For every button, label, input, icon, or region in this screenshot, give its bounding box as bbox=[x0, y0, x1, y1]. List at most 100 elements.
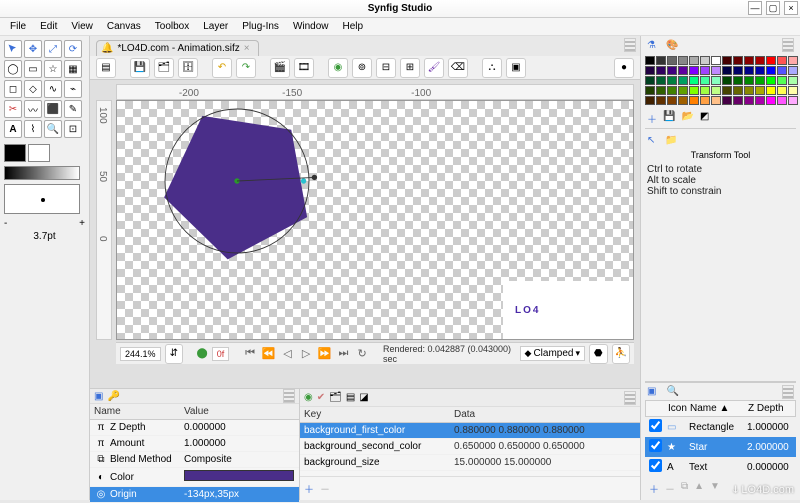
palette-swatch[interactable] bbox=[678, 56, 688, 65]
palette-swatch[interactable] bbox=[656, 86, 666, 95]
layer-row[interactable]: ★Star2.000000 bbox=[645, 437, 796, 457]
brush-tool[interactable]: 〰 bbox=[24, 100, 42, 118]
palette-swatch[interactable] bbox=[744, 96, 754, 105]
palette-swatch[interactable] bbox=[711, 56, 721, 65]
palette-swatch[interactable] bbox=[667, 76, 677, 85]
palette-swatch[interactable] bbox=[711, 96, 721, 105]
palette-swatch[interactable] bbox=[766, 96, 776, 105]
save-icon[interactable]: 💾 bbox=[130, 58, 150, 78]
palette-swatch[interactable] bbox=[733, 86, 743, 95]
layer-row[interactable]: AText0.000000 bbox=[645, 457, 796, 477]
palette-swatch[interactable] bbox=[788, 86, 798, 95]
polygon-tool[interactable]: ◻ bbox=[4, 80, 22, 98]
param-row[interactable]: ◎Origin-134px,35px bbox=[90, 487, 299, 503]
outline-color[interactable] bbox=[4, 144, 26, 162]
layer-visible-checkbox[interactable] bbox=[649, 419, 662, 432]
param-row[interactable]: ⧉Blend MethodComposite bbox=[90, 452, 299, 468]
polyline-tool[interactable]: ◇ bbox=[24, 80, 42, 98]
undo-icon[interactable]: ↶ bbox=[212, 58, 232, 78]
time-tool[interactable]: ⊡ bbox=[64, 120, 82, 138]
interpolation-select[interactable]: ◆ Clamped ▾ bbox=[520, 346, 585, 361]
saveall-icon[interactable]: 🗄 bbox=[178, 58, 198, 78]
palette-swatch[interactable] bbox=[711, 76, 721, 85]
layer-row[interactable]: ▭Rectangle1.000000 bbox=[645, 417, 796, 437]
palette-swatch[interactable] bbox=[766, 76, 776, 85]
snap-icon[interactable]: ⊚ bbox=[352, 58, 372, 78]
minimize-button[interactable]: — bbox=[748, 1, 762, 15]
palette-swatch[interactable] bbox=[766, 86, 776, 95]
metadata-row[interactable]: background_second_color0.650000 0.650000… bbox=[300, 439, 640, 455]
eyedropper-tool[interactable]: ✎ bbox=[64, 100, 82, 118]
menu-window[interactable]: Window bbox=[287, 19, 335, 34]
star-shape[interactable] bbox=[147, 100, 327, 271]
add-palette-button[interactable]: ＋ bbox=[647, 111, 657, 126]
palette-swatch[interactable] bbox=[656, 76, 666, 85]
canvas-menu-icon[interactable]: ▤ bbox=[96, 58, 116, 78]
render-icon[interactable]: 🎬 bbox=[270, 58, 290, 78]
palette-swatch[interactable] bbox=[711, 66, 721, 75]
palette-swatch[interactable] bbox=[788, 56, 798, 65]
preview-icon[interactable]: 🎞 bbox=[294, 58, 314, 78]
default-palette-icon[interactable]: ◩ bbox=[700, 111, 709, 126]
palette-swatch[interactable] bbox=[645, 86, 655, 95]
palette-swatch[interactable] bbox=[645, 76, 655, 85]
palette-swatch[interactable] bbox=[777, 96, 787, 105]
fill-tool[interactable]: ⬛ bbox=[44, 100, 62, 118]
palette-swatch[interactable] bbox=[733, 56, 743, 65]
close-button[interactable]: × bbox=[784, 1, 798, 15]
play-icon[interactable]: ▷ bbox=[299, 346, 314, 362]
palette-swatch[interactable] bbox=[777, 56, 787, 65]
palette-swatch[interactable] bbox=[788, 76, 798, 85]
lower-layer-button[interactable]: ▼ bbox=[710, 481, 720, 496]
animate-mode-icon[interactable]: ⛹ bbox=[612, 344, 631, 364]
gradient-swatch[interactable] bbox=[4, 166, 80, 180]
maximize-button[interactable]: ▢ bbox=[766, 1, 780, 15]
layer-visible-checkbox[interactable] bbox=[649, 459, 662, 472]
rotate-tool[interactable]: ⟳ bbox=[64, 40, 82, 58]
palette-swatch[interactable] bbox=[700, 56, 710, 65]
add-layer-button[interactable]: ＋ bbox=[649, 481, 659, 496]
seek-start-icon[interactable]: ⏮ bbox=[243, 346, 258, 362]
menu-plugins[interactable]: Plug-Ins bbox=[236, 19, 285, 34]
palette-swatch[interactable] bbox=[755, 56, 765, 65]
palette-swatch[interactable] bbox=[755, 66, 765, 75]
palette-swatch[interactable] bbox=[645, 66, 655, 75]
seek-end-icon[interactable]: ⏭ bbox=[336, 346, 351, 362]
fill-color[interactable] bbox=[28, 144, 50, 162]
zoom-step-icon[interactable]: ⇵ bbox=[165, 344, 184, 364]
param-row[interactable]: ◐Color bbox=[90, 468, 299, 487]
menu-edit[interactable]: Edit bbox=[34, 19, 63, 34]
menu-view[interactable]: View bbox=[65, 19, 99, 34]
palette-swatch[interactable] bbox=[788, 66, 798, 75]
palette-swatch[interactable] bbox=[700, 76, 710, 85]
seek-prevkey-icon[interactable]: ⏪ bbox=[261, 346, 276, 362]
palette-swatch[interactable] bbox=[722, 86, 732, 95]
palette-swatch[interactable] bbox=[755, 76, 765, 85]
star-tool[interactable]: ☆ bbox=[44, 60, 62, 78]
grid-icon[interactable]: ⊟ bbox=[376, 58, 396, 78]
palette-swatch[interactable] bbox=[645, 96, 655, 105]
record-icon[interactable]: ● bbox=[614, 58, 634, 78]
document-tab[interactable]: 🔔 *LO4D.com - Animation.sifz × bbox=[96, 40, 259, 56]
raise-layer-button[interactable]: ▲ bbox=[694, 481, 704, 496]
guide-icon[interactable]: ⊞ bbox=[400, 58, 420, 78]
palette-swatch[interactable] bbox=[744, 66, 754, 75]
gradient-tool[interactable]: ▦ bbox=[64, 60, 82, 78]
palette-swatch[interactable] bbox=[700, 66, 710, 75]
scale-tool[interactable]: ⤢ bbox=[44, 40, 62, 58]
cut-tool[interactable]: ✂ bbox=[4, 100, 22, 118]
palette-swatch[interactable] bbox=[766, 66, 776, 75]
tab-close-icon[interactable]: × bbox=[244, 43, 250, 54]
palette-swatch[interactable] bbox=[722, 66, 732, 75]
zoom-tool[interactable]: 🔍 bbox=[44, 120, 62, 138]
palette-swatch[interactable] bbox=[777, 76, 787, 85]
palette-swatch[interactable] bbox=[678, 86, 688, 95]
palette-swatch[interactable] bbox=[755, 86, 765, 95]
layer-visible-checkbox[interactable] bbox=[649, 439, 662, 452]
palette-swatch[interactable] bbox=[667, 56, 677, 65]
keyframe-lock-icon[interactable]: ⬣ bbox=[589, 344, 608, 364]
add-metadata-button[interactable]: ＋ bbox=[304, 481, 314, 496]
menu-file[interactable]: File bbox=[4, 19, 32, 34]
menu-toolbox[interactable]: Toolbox bbox=[149, 19, 195, 34]
eraser-icon[interactable]: ⌫ bbox=[448, 58, 468, 78]
